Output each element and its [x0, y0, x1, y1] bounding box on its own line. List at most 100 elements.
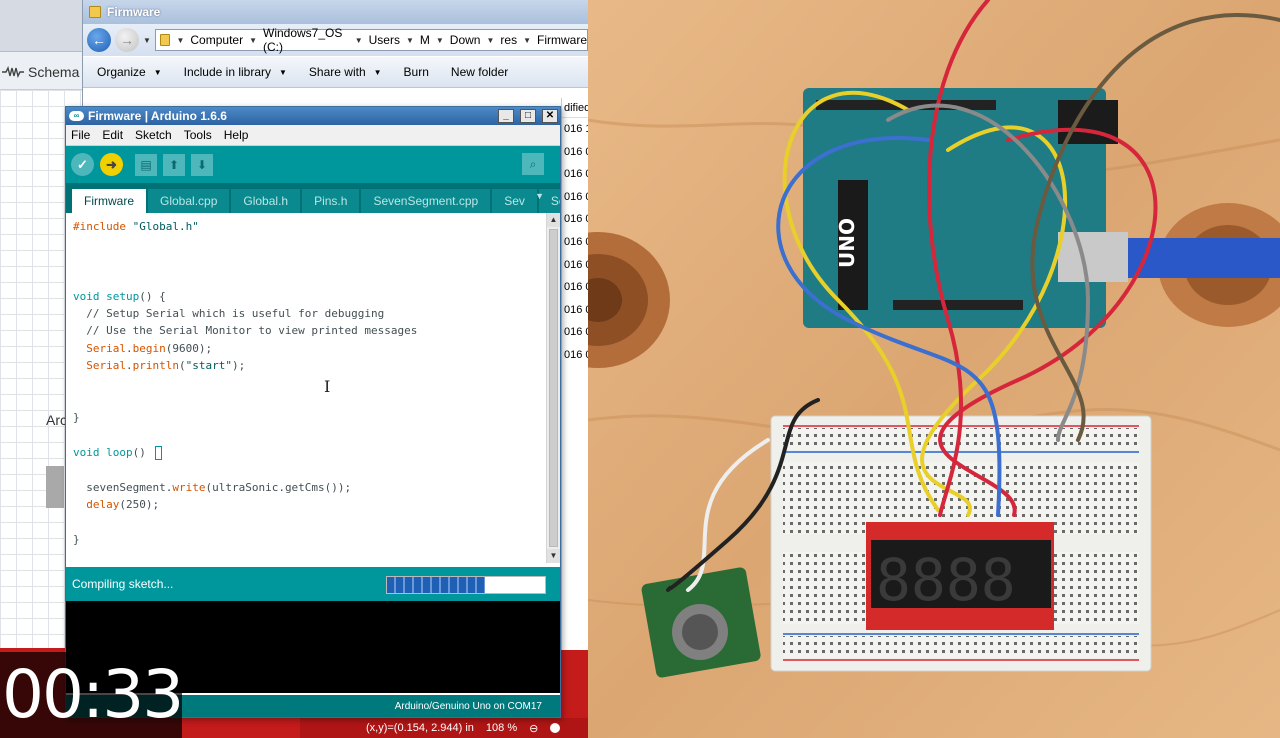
- file-row[interactable]: 016 0: [562, 186, 588, 209]
- arduino-logo-icon: ∞: [69, 111, 84, 121]
- code-line: Serial.begin(9600);: [86, 341, 213, 355]
- file-row[interactable]: 016 1: [562, 118, 588, 141]
- tab-sevensegment-h[interactable]: Sev: [492, 189, 537, 213]
- include-in-library-button[interactable]: Include in library ▼: [184, 65, 287, 79]
- date-modified-column-header[interactable]: dified: [562, 98, 588, 118]
- upload-button[interactable]: ➜: [100, 153, 123, 176]
- burn-button[interactable]: Burn: [404, 65, 429, 79]
- code-line: // Setup Serial which is useful for debu…: [73, 306, 385, 320]
- arduino-titlebar: ∞ Firmware | Arduino 1.6.6 _ □ ✕: [66, 107, 560, 125]
- schematic-tab[interactable]: Schema: [0, 60, 79, 84]
- explorer-command-bar: Organize ▼ Include in library ▼ Share with…: [83, 56, 588, 88]
- zoom-slider-knob[interactable]: [550, 723, 561, 733]
- arduino-toolbar: ✓ ➜ ▤ ⬆ ⬇ ⌕: [66, 146, 560, 183]
- arrow-down-icon: ⬇: [196, 157, 208, 172]
- schematic-status-bar: (x,y)=(0.154, 2.944) in 108 % ⊖: [300, 718, 588, 738]
- code-editor[interactable]: #include "Global.h" void setup() { // Se…: [66, 213, 546, 563]
- organize-button[interactable]: Organize ▼: [97, 65, 162, 79]
- file-row[interactable]: 016 0: [562, 299, 588, 322]
- caret-down-icon: ▼: [153, 67, 162, 77]
- forward-arrow-icon: →: [120, 32, 134, 48]
- menu-file[interactable]: File: [71, 128, 90, 142]
- close-button[interactable]: ✕: [542, 109, 558, 123]
- tab-sevensegment-cpp[interactable]: SevenSegment.cpp: [361, 189, 491, 213]
- forward-button[interactable]: →: [115, 28, 139, 52]
- address-bar[interactable]: ▼ Computer ▼ Windows7_OS (C:) ▼ Users ▼ M ▼ …: [154, 26, 588, 54]
- menu-edit[interactable]: Edit: [102, 128, 123, 142]
- minimize-button[interactable]: _: [498, 109, 514, 123]
- video-timer: 00:33: [0, 652, 184, 738]
- history-dropdown-icon[interactable]: ▼: [143, 36, 151, 45]
- ibeam-cursor-icon: I: [324, 377, 331, 396]
- file-row[interactable]: 016 0: [562, 321, 588, 344]
- breadcrumb-item[interactable]: Windows7_OS (C:) ▼: [263, 26, 363, 54]
- new-sketch-button[interactable]: ▤: [135, 153, 157, 176]
- breadcrumb-item[interactable]: Down ▼: [450, 33, 495, 47]
- tab-pins-h[interactable]: Pins.h: [302, 189, 360, 213]
- scroll-down-icon[interactable]: ▼: [547, 549, 560, 563]
- verify-button[interactable]: ✓: [71, 153, 94, 176]
- back-button[interactable]: ←: [87, 28, 111, 52]
- circuit-photo: UNO 8888: [588, 0, 1280, 738]
- serial-monitor-button[interactable]: ⌕: [522, 153, 544, 175]
- caret-down-icon: ▼: [373, 67, 382, 77]
- schematic-tab-label: Schema: [28, 64, 80, 80]
- breadcrumb-item[interactable]: Users ▼: [369, 33, 414, 47]
- breadcrumb-item[interactable]: res ▼: [500, 33, 531, 47]
- code-line: }: [73, 533, 80, 547]
- schematic-part[interactable]: [46, 466, 64, 508]
- tab-global-h[interactable]: Global.h: [231, 189, 301, 213]
- tab-global-cpp[interactable]: Global.cpp: [148, 189, 230, 213]
- code-line: void setup() {: [73, 289, 166, 303]
- breadcrumb-item[interactable]: Computer ▼: [190, 33, 257, 47]
- file-row[interactable]: 016 0: [562, 254, 588, 277]
- new-file-icon: ▤: [140, 157, 152, 172]
- compile-progress-fill: [387, 577, 485, 593]
- share-with-button[interactable]: Share with ▼: [309, 65, 382, 79]
- svg-text:8888: 8888: [876, 546, 1016, 614]
- editor-scrollbar[interactable]: ▲ ▼: [546, 213, 560, 563]
- file-row[interactable]: 016 0: [562, 208, 588, 231]
- file-row[interactable]: 016 0: [562, 276, 588, 299]
- new-folder-button[interactable]: New folder: [451, 65, 508, 79]
- chevron-down-icon[interactable]: ▼: [176, 36, 184, 45]
- zoom-readout: 108 %: [485, 722, 518, 734]
- explorer-titlebar: Firmware: [83, 0, 588, 24]
- folder-icon: [89, 6, 101, 18]
- menu-tools[interactable]: Tools: [184, 128, 212, 142]
- checkmark-icon: ✓: [77, 156, 88, 172]
- arduino-tab-bar: Firmware Global.cpp Global.h Pins.h Seve…: [66, 183, 560, 213]
- schematic-wave-icon: [2, 66, 24, 78]
- scroll-up-icon[interactable]: ▲: [547, 213, 560, 227]
- scrollbar-thumb[interactable]: [549, 229, 558, 547]
- file-row[interactable]: 016 0: [562, 163, 588, 186]
- compile-status-text: Compiling sketch...: [72, 577, 174, 591]
- coordinate-readout: (x,y)=(0.154, 2.944) in: [366, 722, 474, 734]
- maximize-button[interactable]: □: [520, 109, 536, 123]
- open-sketch-button[interactable]: ⬆: [163, 153, 185, 176]
- code-line: // Use the Serial Monitor to view printe…: [73, 324, 418, 338]
- desktop-screenshot: Schema Arc (x,y)=(0.154, 2.944) in 108 %…: [0, 0, 588, 738]
- file-row[interactable]: 016 0: [562, 231, 588, 254]
- usb-connector: [1058, 232, 1128, 282]
- arduino-menu-bar: File Edit Sketch Tools Help: [66, 125, 560, 146]
- breadcrumb-item[interactable]: M ▼: [420, 33, 444, 47]
- tab-firmware[interactable]: Firmware: [72, 189, 146, 213]
- file-row[interactable]: 016 0: [562, 141, 588, 164]
- file-list[interactable]: dified 016 1 016 0 016 0 016 0 016 0 016…: [561, 98, 588, 650]
- code-line: void loop(): [73, 444, 546, 461]
- back-arrow-icon: ←: [92, 32, 106, 48]
- zoom-out-icon[interactable]: ⊖: [529, 722, 538, 735]
- magnifier-icon: ⌕: [529, 156, 537, 171]
- tab-menu-icon[interactable]: ▼: [535, 191, 544, 201]
- menu-help[interactable]: Help: [224, 128, 249, 142]
- breadcrumb-item[interactable]: Firmware: [537, 33, 587, 47]
- file-row[interactable]: 016 0: [562, 344, 588, 367]
- save-sketch-button[interactable]: ⬇: [191, 153, 213, 176]
- menu-sketch[interactable]: Sketch: [135, 128, 172, 142]
